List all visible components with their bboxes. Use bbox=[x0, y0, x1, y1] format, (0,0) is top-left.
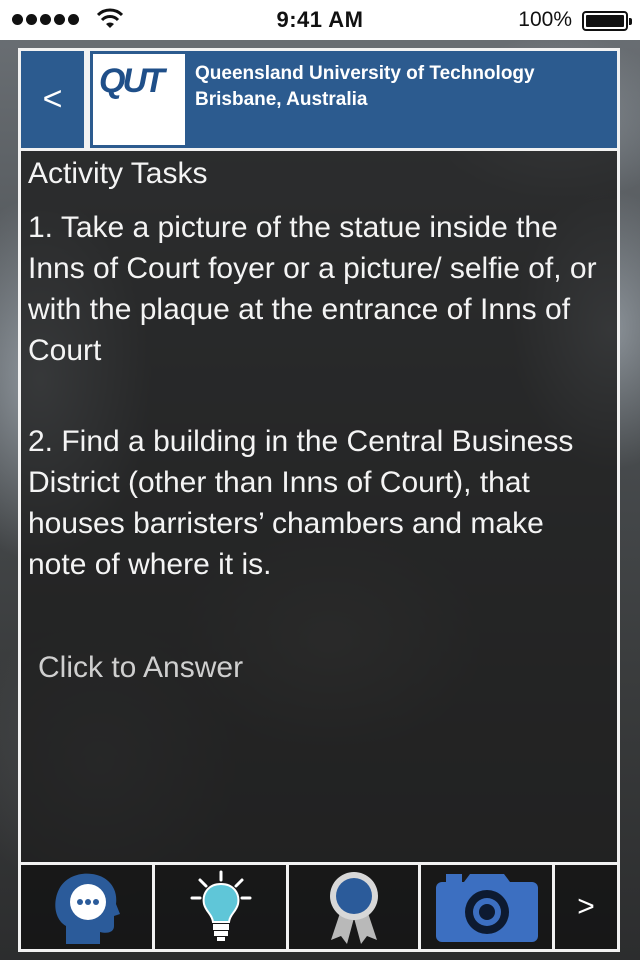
status-bar: 9:41 AM 100% bbox=[0, 0, 640, 40]
camera-icon bbox=[435, 874, 538, 942]
logo-text: QUT bbox=[99, 62, 165, 100]
battery-icon bbox=[582, 11, 632, 31]
bottom-toolbar: > bbox=[21, 862, 617, 949]
next-button[interactable]: > bbox=[555, 865, 617, 949]
university-name: Queensland University of Technology bbox=[195, 63, 535, 84]
task-item: 2. Find a building in the Central Busine… bbox=[28, 425, 574, 581]
content-panel: Activity Tasks 1. Take a picture of the … bbox=[21, 151, 617, 862]
brand-banner: QUT Queensland University of Technology … bbox=[87, 51, 617, 148]
task-item: 1. Take a picture of the statue inside t… bbox=[28, 211, 597, 367]
page-title: Activity Tasks bbox=[28, 157, 208, 190]
award-ribbon-icon bbox=[329, 872, 378, 944]
discussion-button[interactable] bbox=[21, 865, 155, 949]
camera-button[interactable] bbox=[421, 865, 555, 949]
lightbulb-icon bbox=[190, 870, 251, 941]
chat-head-icon bbox=[54, 873, 120, 944]
hint-button[interactable] bbox=[155, 865, 289, 949]
achievements-button[interactable] bbox=[289, 865, 421, 949]
qut-logo: QUT bbox=[93, 54, 185, 145]
click-to-answer-button[interactable]: Click to Answer bbox=[38, 651, 243, 685]
university-location: Brisbane, Australia bbox=[195, 89, 368, 110]
header: < QUT Queensland University of Technolog… bbox=[21, 51, 617, 151]
battery-percent: 100% bbox=[518, 8, 572, 31]
back-button[interactable]: < bbox=[21, 51, 87, 148]
